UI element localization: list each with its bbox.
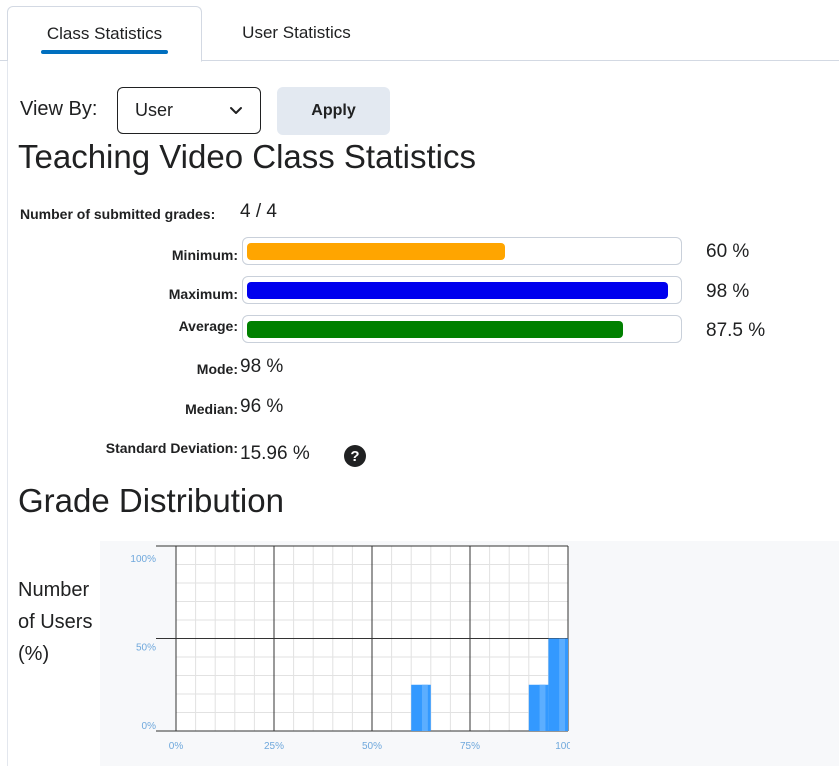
histogram-bar-highlight [421,684,428,731]
chart-x-tick-label: 50% [362,741,382,752]
mode-label: Mode: [196,361,238,377]
chart-y-tick-label: 50% [136,643,156,654]
standard-deviation-value: 15.96 % [240,443,310,464]
average-label: Average: [178,318,238,334]
submitted-grades-label: Number of submitted grades: [20,206,216,222]
view-by-selected-value: User [135,100,174,120]
tab-user-statistics-label: User Statistics [242,23,351,42]
average-bar [242,315,682,343]
average-bar-fill [247,321,624,338]
minimum-bar-fill [247,243,505,260]
median-label: Median: [185,401,238,417]
chevron-down-icon [230,107,242,114]
view-by-select[interactable]: User [117,87,261,134]
minimum-bar [242,237,682,265]
chart-x-tick-label: 25% [264,741,284,752]
maximum-bar [242,276,682,304]
grade-distribution-title: Grade Distribution [18,482,284,519]
tab-class-statistics[interactable]: Class Statistics [7,6,202,62]
active-tab-indicator [41,50,168,54]
histogram-bar-highlight [539,684,546,731]
view-by-label: View By: [20,98,98,120]
tab-bar: Class Statistics User Statistics [0,0,839,62]
tab-class-statistics-label: Class Statistics [46,24,163,43]
average-value: 87.5 % [706,320,766,341]
chart-y-tick-label: 0% [142,721,157,732]
question-circle-icon[interactable]: ? [344,445,366,467]
histogram-bar-highlight [559,638,566,731]
maximum-label: Maximum: [168,286,238,302]
chart-y-tick-label: 100% [130,554,156,565]
minimum-value: 60 % [706,241,750,262]
page-title: Teaching Video Class Statistics [18,138,476,175]
chart-y-axis-label: Number of Users (%) [18,579,93,665]
chart-x-tick-label: 75% [460,741,480,752]
median-value: 96 % [240,396,284,417]
chart-x-tick-label: 100% [555,741,570,752]
grade-distribution-chart: 0% 50% 100% 0% 25% 50% 75% 100% [130,545,570,752]
histogram-bar [528,684,549,731]
apply-button[interactable]: Apply [277,87,390,135]
minimum-label: Minimum: [171,247,238,263]
maximum-bar-fill [247,282,669,299]
content-border [7,60,8,766]
mode-value: 98 % [240,356,284,377]
standard-deviation-label: Standard Deviation: [105,440,238,456]
maximum-value: 98 % [706,281,750,302]
tab-user-statistics[interactable]: User Statistics [200,6,393,60]
chart-x-tick-label: 0% [169,741,184,752]
submitted-grades-value: 4 / 4 [240,201,277,222]
